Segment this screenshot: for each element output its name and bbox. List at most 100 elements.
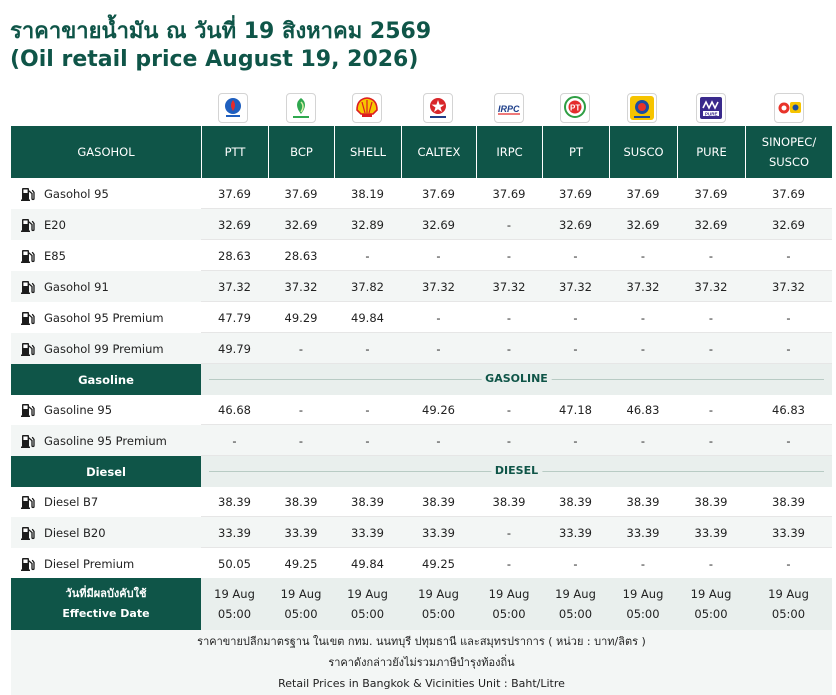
price-cell: - — [708, 341, 714, 356]
fuel-name-label: Gasohol 95 — [44, 186, 109, 201]
price-cell: - — [506, 248, 512, 263]
fuel-name-label: Gasoline 95 — [44, 402, 113, 417]
price-cell: 49.29 — [284, 310, 318, 325]
price-cell: 49.84 — [351, 556, 384, 571]
price-cell: 37.69 — [772, 186, 805, 201]
price-cell: 33.39 — [351, 525, 384, 540]
fuel-name-label: Gasohol 95 Premium — [44, 310, 164, 325]
pure-logo: PURE — [696, 93, 726, 123]
price-cell: 49.25 — [284, 556, 318, 571]
fuel-pump-icon — [21, 434, 35, 448]
section-row: Gasoline GASOLINE — [11, 364, 832, 395]
price-cell: 32.89 — [351, 217, 384, 232]
price-cell: 38.39 — [218, 494, 251, 509]
price-cell: - — [573, 310, 578, 325]
fuel-name-label: E20 — [44, 217, 66, 232]
price-cell: 38.39 — [772, 494, 805, 509]
price-cell: - — [506, 525, 512, 540]
footer-line-1: ราคาขายปลีกมาตรฐาน ในเขต กทม. นนทบุรี ปท… — [197, 635, 646, 648]
price-cell: - — [232, 433, 237, 448]
effective-date: 19 Aug — [555, 587, 596, 601]
effective-date-row: วันที่มีผลบังคับใช้ Effective Date 19 Au… — [11, 578, 832, 630]
price-cell: - — [365, 248, 370, 263]
section-label: Gasoline — [11, 364, 201, 395]
price-cell: - — [708, 402, 714, 417]
price-cell: - — [640, 433, 646, 448]
price-cell: 38.19 — [351, 186, 384, 201]
section-row: Diesel DIESEL — [11, 456, 832, 487]
table-row: Gasoline 95 46.68 - - 49.26 - 47.18 46.83 - 46.83 — [11, 394, 832, 425]
price-cell: 37.32 — [422, 279, 455, 294]
table-row: Gasohol 95 37.69 37.69 38.19 37.69 37.69 37.69… — [11, 178, 832, 209]
footer-note: ราคาขายปลีกมาตรฐาน ในเขต กทม. นนทบุรี ปท… — [11, 630, 832, 695]
fuel-name: Gasohol 95 Premium — [11, 302, 201, 333]
fuel-name: Diesel Premium — [11, 548, 201, 579]
fuel-name: Diesel B7 — [11, 486, 201, 517]
fuel-name-label: Diesel B20 — [44, 525, 106, 540]
effective-date: 19 Aug — [214, 587, 255, 601]
fuel-pump-icon — [21, 403, 35, 417]
fuel-name: E85 — [11, 240, 201, 271]
effective-date-cell: 19 Aug 05:00 — [401, 578, 476, 630]
page-title-english: (Oil retail price August 19, 2026) — [10, 47, 419, 72]
price-cell: 38.39 — [559, 494, 592, 509]
effective-date-cell: 19 Aug 05:00 — [334, 578, 401, 630]
fuel-name: Gasohol 95 — [11, 178, 201, 209]
price-cell: 37.32 — [559, 279, 592, 294]
effective-date-cell: 19 Aug 05:00 — [201, 578, 268, 630]
price-cell: 32.69 — [422, 217, 455, 232]
sinopec-susco-logo — [774, 93, 804, 123]
fuel-name: Gasohol 91 — [11, 271, 201, 302]
fuel-name-label: E85 — [44, 248, 66, 263]
price-cell: 37.82 — [351, 279, 384, 294]
price-cell: 49.84 — [351, 310, 384, 325]
price-cell: 47.79 — [218, 310, 251, 325]
price-cell: 33.39 — [284, 525, 318, 540]
price-cell: 37.69 — [218, 186, 251, 201]
price-cell: 32.69 — [559, 217, 592, 232]
table-header: GASOHOL PTT BCP SHELL CALTEX IRPC PT SUSCO PURE S… — [11, 126, 832, 178]
table-row: Gasohol 95 Premium 47.79 49.29 49.84 - - - - - - — [11, 302, 832, 333]
table-row: E20 32.69 32.69 32.89 32.69 - 32.69 32.69 32.69 3… — [11, 209, 832, 240]
bangchak-logo — [286, 93, 316, 123]
fuel-name-label: Gasohol 99 Premium — [44, 341, 164, 356]
price-cell: 37.32 — [694, 279, 728, 294]
header-brand: PT — [543, 126, 609, 178]
price-cell: 33.39 — [218, 525, 251, 540]
price-cell: 37.32 — [772, 279, 805, 294]
fuel-pump-icon — [21, 249, 35, 263]
effective-date-cell: 19 Aug 05:00 — [609, 578, 677, 630]
header-brand: SINOPEC/SUSCO — [746, 126, 832, 178]
price-cell: - — [436, 310, 441, 325]
fuel-pump-icon — [21, 218, 35, 232]
price-cell: 28.63 — [218, 248, 251, 263]
price-cell: 37.69 — [492, 186, 526, 201]
price-cell: - — [506, 556, 512, 571]
section-band: DIESEL — [201, 456, 832, 487]
price-cell: - — [298, 402, 304, 417]
price-cell: - — [786, 433, 791, 448]
price-cell: 47.18 — [559, 402, 592, 417]
fuel-name: Gasoline 95 — [11, 394, 201, 425]
price-cell: 37.69 — [626, 186, 660, 201]
price-cell: 37.69 — [559, 186, 592, 201]
price-cell: 33.39 — [772, 525, 805, 540]
price-cell: 37.69 — [422, 186, 455, 201]
price-cell: 32.69 — [694, 217, 728, 232]
header-brand: SUSCO — [610, 126, 677, 178]
effective-time: 05:00 — [421, 607, 456, 621]
header-brand-line: SINOPEC/ — [761, 135, 817, 149]
price-cell: - — [436, 341, 441, 356]
svg-text:PT: PT — [570, 104, 580, 113]
price-cell: 28.63 — [284, 248, 318, 263]
price-cell: 49.26 — [422, 402, 455, 417]
effective-date: 19 Aug — [488, 587, 530, 601]
effective-time: 05:00 — [558, 607, 593, 621]
effective-date: 19 Aug — [690, 587, 732, 601]
header-brand: PURE — [678, 126, 745, 178]
effective-time: 05:00 — [350, 607, 385, 621]
header-brand: IRPC — [477, 126, 542, 178]
fuel-pump-icon — [21, 280, 35, 294]
pt-logo: PT — [560, 93, 590, 123]
header-brand: CALTEX — [402, 126, 476, 178]
